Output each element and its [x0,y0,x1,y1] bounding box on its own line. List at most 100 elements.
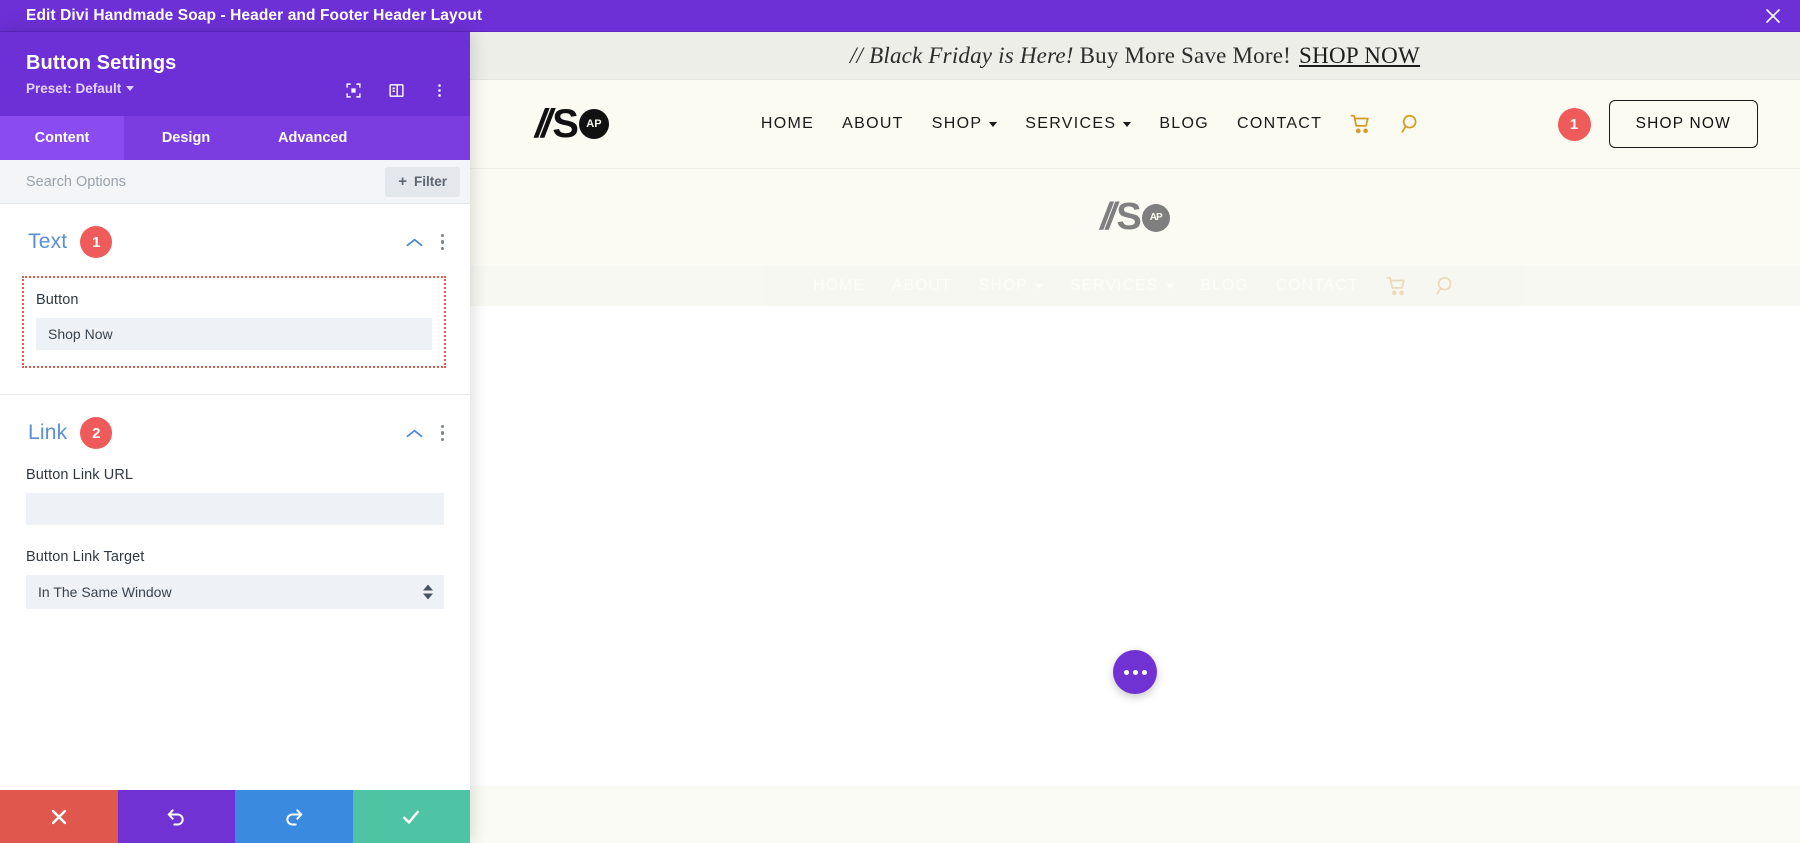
nav-label: BLOG [1200,277,1249,294]
logo-o-badge: AP [1141,203,1170,232]
site-nav-menu: HOME ABOUT SHOP SERVICES BLOG CONTACT [761,113,1422,135]
ghost-nav-item-home[interactable]: HOME [813,277,865,295]
promo-prefix: // [849,42,870,68]
settings-panel: Button Settings Preset: Default Content … [0,32,470,843]
secondary-logo-row: //S AP [470,169,1800,266]
save-button[interactable] [352,790,470,843]
nav-item-about[interactable]: ABOUT [842,115,904,133]
nav-item-blog[interactable]: BLOG [1159,115,1209,133]
nav-item-services[interactable]: SERVICES [1025,115,1132,133]
focus-icon[interactable] [345,82,362,99]
logo-text: S [1116,196,1141,238]
button-link-target-select[interactable]: In The Same Window In The New Tab [26,575,444,609]
shop-now-button[interactable]: SHOP NOW [1608,100,1758,148]
nav-label: SERVICES [1070,277,1159,294]
group-text-more-icon[interactable] [440,233,444,251]
window-title: Edit Divi Handmade Soap - Header and Foo… [26,6,483,24]
layout-icon[interactable] [388,82,405,99]
search-icon[interactable] [1435,275,1457,297]
close-icon[interactable] [1746,0,1800,32]
secondary-nav-menu: HOME ABOUT SHOP SERVICES BLOG CONTACT [470,266,1800,306]
panel-header-icons [345,82,448,99]
group-link-header[interactable]: Link 2 [0,395,470,467]
site-preview: // Black Friday is Here! Buy More Save M… [470,32,1800,843]
site-logo[interactable]: //S AP [535,102,609,147]
tab-content[interactable]: Content [0,116,124,160]
promo-italic: Black Friday is Here! [869,42,1074,68]
search-input[interactable] [26,173,376,190]
button-text-input[interactable] [36,318,432,350]
settings-action-bar [0,790,470,843]
filter-button-label: Filter [413,174,447,189]
tab-advanced[interactable]: Advanced [248,116,377,160]
group-text: Text 1 Button [0,204,470,368]
group-link-more-icon[interactable] [440,424,444,442]
tab-design[interactable]: Design [124,116,248,160]
button-field-label: Button [36,292,79,308]
nav-label: SHOP [931,115,983,132]
button-text-field-group: Button [22,276,446,368]
nav-label: SHOP [978,277,1029,294]
nav-item-contact[interactable]: CONTACT [1237,115,1322,133]
button-link-url-field: Button Link URL [0,467,470,525]
settings-body: Text 1 Button Link 2 [0,204,470,790]
group-text-badge: 1 [80,226,113,258]
group-text-title: Text [28,230,68,253]
undo-button[interactable] [117,790,235,843]
plus-icon: + [398,173,407,190]
preset-selector[interactable]: Preset: Default [26,81,135,96]
nav-item-home[interactable]: HOME [761,115,814,133]
site-navbar: //S AP HOME ABOUT SHOP SERVICES BLOG CONT… [470,80,1800,169]
logo-text: S [552,101,579,146]
nav-label: ABOUT [842,115,904,132]
settings-panel-header: Button Settings Preset: Default [0,32,470,116]
nav-label: ABOUT [891,277,952,294]
promo-shop-now-link[interactable]: SHOP NOW [1299,43,1420,68]
builder-fab-button[interactable] [1113,650,1157,694]
cart-count-badge: 1 [1557,107,1591,141]
window-titlebar: Edit Divi Handmade Soap - Header and Foo… [0,0,1800,32]
nav-label: SERVICES [1025,115,1117,132]
search-icon[interactable] [1400,113,1422,135]
nav-label: CONTACT [1275,277,1359,294]
chevron-down-icon [989,121,998,127]
logo-badge-text: AP [586,118,602,130]
more-options-icon[interactable] [431,82,448,99]
group-link-title: Link [28,421,68,444]
cart-icon[interactable] [1386,275,1408,297]
chevron-down-icon [1165,283,1174,289]
search-row: + Filter [0,160,470,204]
chevron-down-icon [126,86,135,91]
filter-button[interactable]: + Filter [385,166,460,197]
preset-label: Preset: Default [26,81,122,96]
nav-label: CONTACT [1237,115,1323,132]
chevron-up-icon[interactable] [406,428,423,439]
chevron-up-icon[interactable] [406,237,423,248]
close-icon [51,809,66,824]
undo-icon [167,808,184,825]
logo-o-badge: AP [578,109,609,139]
ghost-nav-item-contact[interactable]: CONTACT [1276,277,1359,295]
group-text-header[interactable]: Text 1 [0,204,470,276]
page-canvas [470,306,1800,786]
nav-label: BLOG [1159,115,1209,132]
logo-slashes: // [1100,196,1116,238]
button-link-target-label: Button Link Target [26,549,145,565]
chevron-down-icon [1035,283,1044,289]
cart-icon[interactable] [1350,113,1372,135]
promo-banner: // Black Friday is Here! Buy More Save M… [470,32,1800,80]
ghost-nav-item-blog[interactable]: BLOG [1201,277,1249,295]
logo-badge-text: AP [1149,212,1163,223]
nav-item-shop[interactable]: SHOP [932,115,998,133]
button-link-url-input[interactable] [26,493,444,525]
cancel-button[interactable] [0,790,118,843]
redo-button[interactable] [235,790,353,843]
ghost-nav-item-about[interactable]: ABOUT [892,277,952,295]
redo-icon [286,808,303,825]
logo-slashes: // [535,101,552,146]
ghost-nav-item-services[interactable]: SERVICES [1070,277,1174,295]
navbar-right: 1 SHOP NOW [1557,100,1758,148]
panel-title: Button Settings [26,52,177,74]
ghost-nav-item-shop[interactable]: SHOP [978,277,1044,295]
chevron-down-icon [1123,121,1132,127]
